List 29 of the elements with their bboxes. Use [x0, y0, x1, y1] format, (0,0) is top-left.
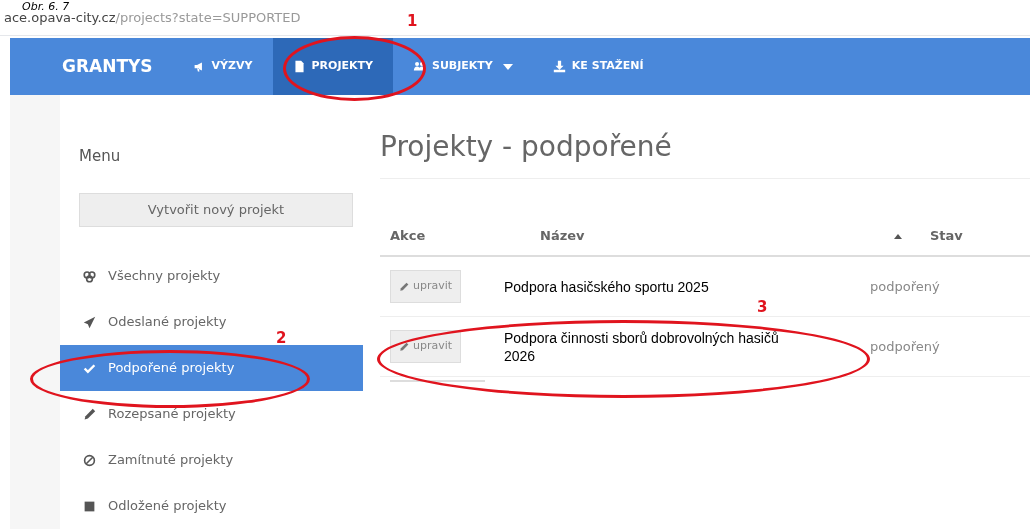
column-header: Název: [540, 227, 585, 246]
edit-button[interactable]: upravit: [390, 330, 462, 363]
nav-tab[interactable]: PROJEKTY: [272, 38, 393, 95]
annotation-number: 3: [757, 300, 768, 315]
nav-tab[interactable]: SUBJEKTY: [393, 38, 533, 95]
nav-tab[interactable]: VÝZVY: [172, 38, 273, 95]
url-host: ace.opava-city.cz: [4, 9, 116, 27]
figure-caption: Obr. 6. 7: [22, 1, 70, 12]
column-header: Akce: [390, 227, 426, 246]
table-cell-text: Podpora hasičského sportu 2025: [504, 277, 710, 296]
table-cell-text: podpořený: [870, 337, 941, 356]
annotation-number: 1: [407, 14, 418, 29]
page-title: Projekty - podpořené: [380, 133, 673, 161]
annotation-number: 2: [276, 331, 287, 346]
sidebar-item[interactable]: Zamítnuté projekty: [60, 437, 238, 483]
edit-button[interactable]: upravit: [390, 270, 462, 303]
table-cell-text: podpořený: [870, 277, 941, 296]
sidebar-item[interactable]: Všechny projekty: [60, 253, 225, 299]
nav-tab[interactable]: KE STAŽENÍ: [532, 38, 664, 95]
sidebar-item[interactable]: Odeslané projekty: [60, 299, 231, 345]
column-header: Stav: [930, 227, 963, 246]
sidebar-item[interactable]: Podpořené projekty: [60, 345, 363, 391]
sidebar-item[interactable]: Odložené projekty: [60, 483, 231, 529]
table-cell-text: Podpora činnosti sborů dobrovolných hasičů 2026: [504, 328, 780, 365]
url-path: /projects?state=SUPPORTED: [115, 8, 301, 27]
create-project-button[interactable]: Vytvořit nový projekt: [79, 192, 353, 227]
brand-name: GRANTYS: [62, 54, 153, 78]
sidebar-title: Menu: [79, 146, 122, 167]
sidebar-item[interactable]: Rozepsané projekty: [60, 391, 240, 437]
